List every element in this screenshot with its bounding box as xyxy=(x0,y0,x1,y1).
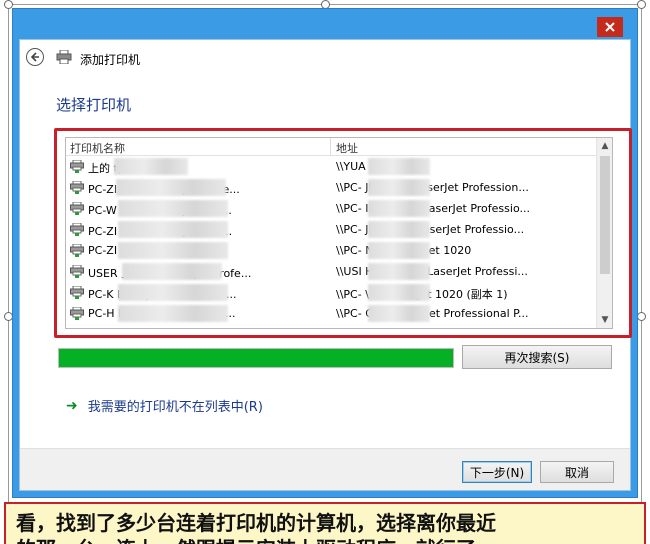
caption-line-2: 的那一台，连上，然跟提示安装上驱动程序，就行了 xyxy=(16,536,634,544)
redaction-mask xyxy=(122,263,222,280)
resize-handle[interactable] xyxy=(637,0,646,9)
printer-not-listed-label: 我需要的打印机不在列表中(R) xyxy=(87,400,263,415)
network-printer-icon xyxy=(70,223,84,236)
network-printer-icon xyxy=(70,265,84,278)
redaction-mask xyxy=(118,221,228,238)
network-printer-icon xyxy=(70,286,84,299)
redaction-mask xyxy=(368,263,430,280)
scroll-up-icon[interactable]: ▲ xyxy=(597,138,612,154)
page-heading: 选择打印机 xyxy=(56,96,132,114)
printer-list[interactable]: 打印机名称 地址 上的 tp\\YUA G\tpPC-ZI 的 HP Laser… xyxy=(65,137,613,329)
dialog-titlebar: 添加打印机 xyxy=(20,40,630,76)
back-arrow-icon xyxy=(30,52,39,62)
printer-row[interactable]: PC-K LaserJet 1020 (副本 ...\\PC- \HP Lase… xyxy=(66,282,598,303)
scroll-down-icon[interactable]: ▼ xyxy=(597,312,612,328)
redaction-mask xyxy=(368,305,430,322)
redaction-mask xyxy=(114,158,188,175)
column-separator[interactable] xyxy=(330,138,331,156)
highlight-box: 打印机名称 地址 上的 tp\\YUA G\tpPC-ZI 的 HP Laser… xyxy=(54,128,632,338)
scroll-thumb[interactable] xyxy=(600,156,610,274)
printer-rows: 上的 tp\\YUA G\tpPC-ZI 的 HP LaserJet Profe… xyxy=(66,156,598,324)
add-printer-window: 添加打印机 选择打印机 打印机名称 地址 上的 tp \\YUA G\tp PC-Z… xyxy=(12,8,638,498)
caption-banner: 看，找到了多少台连着打印机的计算机，选择离你最近 的那一台，连上，然跟提示安装上… xyxy=(4,502,646,544)
printer-row[interactable]: USER 上的 HP LaserJet Profe...\\USI HTCAJ1… xyxy=(66,261,598,282)
search-progress-bar xyxy=(58,348,454,368)
network-printer-icon xyxy=(70,181,84,194)
printer-row[interactable]: 上的 tp \\YUA G\tp xyxy=(66,156,598,177)
redaction-mask xyxy=(368,158,430,175)
dialog-footer: 下一步(N) 取消 xyxy=(20,448,630,490)
network-printer-icon xyxy=(70,244,84,257)
network-printer-icon xyxy=(70,307,84,320)
redaction-mask xyxy=(118,305,228,322)
redaction-mask xyxy=(368,221,430,238)
redaction-mask xyxy=(368,200,430,217)
redaction-mask xyxy=(368,284,430,301)
vertical-scrollbar[interactable]: ▲ ▼ xyxy=(596,138,612,328)
printer-row[interactable]: PC-H P LaserJet Professio...\\PC- G\HP L… xyxy=(66,303,598,324)
column-header-name[interactable]: 打印机名称 xyxy=(70,140,125,156)
redaction-mask xyxy=(118,284,228,301)
resize-handle[interactable] xyxy=(637,312,646,321)
printer-row[interactable]: PC-ZI 的 HP LaserJet Prof...\\PC- JINJIN\… xyxy=(66,219,598,240)
printer-row[interactable]: PC-ZI HP LaserJet 1020\\PC- N\HP LaserJe… xyxy=(66,240,598,261)
network-printer-icon xyxy=(70,160,84,173)
list-header: 打印机名称 地址 xyxy=(66,138,598,156)
printer-not-listed-link[interactable]: ➜ 我需要的打印机不在列表中(R) xyxy=(66,396,263,416)
network-printer-icon xyxy=(70,202,84,215)
redaction-mask xyxy=(368,242,430,259)
column-header-address[interactable]: 地址 xyxy=(336,140,358,156)
printer-icon xyxy=(56,50,72,64)
redaction-mask xyxy=(118,200,228,217)
printer-row[interactable]: PC-W 的 HP LaserJet Prof...\\PC- INHUA\HP… xyxy=(66,198,598,219)
redaction-mask xyxy=(116,179,226,196)
redaction-mask xyxy=(368,179,430,196)
dialog-title: 添加打印机 xyxy=(80,53,141,67)
back-button[interactable] xyxy=(26,48,44,66)
redaction-mask xyxy=(118,242,228,259)
cancel-button[interactable]: 取消 xyxy=(540,461,614,483)
dialog-client: 添加打印机 选择打印机 打印机名称 地址 上的 tp \\YUA G\tp PC-Z… xyxy=(19,39,632,491)
close-icon xyxy=(605,22,615,32)
green-arrow-icon: ➜ xyxy=(66,397,78,414)
next-button[interactable]: 下一步(N) xyxy=(462,461,532,483)
caption-line-1: 看，找到了多少台连着打印机的计算机，选择离你最近 xyxy=(16,511,496,535)
search-again-button[interactable]: 再次搜索(S) xyxy=(462,345,612,369)
printer-row[interactable]: PC-ZI 的 HP LaserJet Profe...\\PC- JUAN\H… xyxy=(66,177,598,198)
close-button[interactable] xyxy=(597,17,623,37)
